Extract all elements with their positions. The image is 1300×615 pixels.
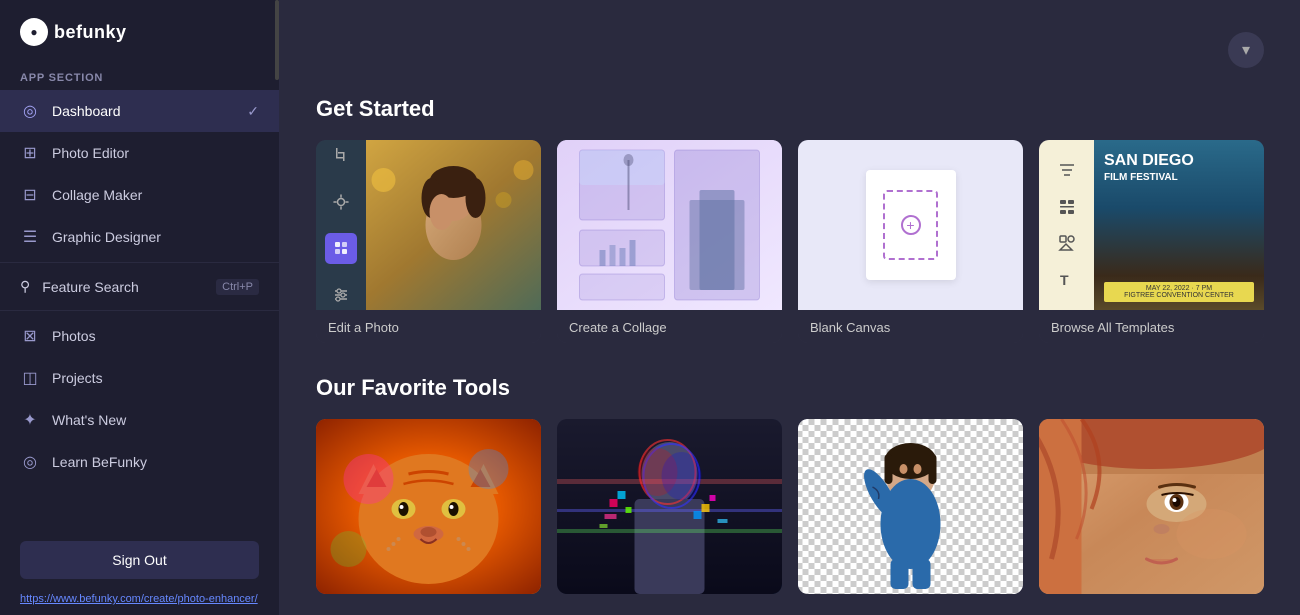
dashed-rect: + xyxy=(883,190,938,260)
main-content: ▾ Get Started xyxy=(280,0,1300,615)
text-icon: T xyxy=(1053,266,1081,294)
tool-card-skin-smoothing[interactable] xyxy=(1039,419,1264,594)
tool-card-bg-remover[interactable] xyxy=(798,419,1023,594)
top-bar: ▾ xyxy=(316,32,1264,68)
collage-image xyxy=(557,140,782,310)
favorite-tools-section: Our Favorite Tools xyxy=(316,375,1264,594)
sidebar-item-feature-search[interactable]: ⚲ Feature Search Ctrl+P xyxy=(0,267,279,306)
get-started-section: Get Started xyxy=(316,96,1264,343)
card-edit-photo[interactable]: Edit a Photo xyxy=(316,140,541,343)
learn-icon: ◎ xyxy=(20,452,40,472)
bg-remove-image xyxy=(798,419,1023,594)
get-started-cards: Edit a Photo xyxy=(316,140,1264,343)
blank-canvas-inner: + xyxy=(866,170,956,280)
photos-icon: ⊠ xyxy=(20,326,40,346)
favorite-tools-title: Our Favorite Tools xyxy=(316,375,1264,401)
sign-out-button[interactable]: Sign Out xyxy=(20,541,259,579)
brightness-tool-icon[interactable] xyxy=(325,187,357,218)
sidebar-nav: App Section ◎ Dashboard ✓ ⊞ Photo Editor… xyxy=(0,64,279,525)
sidebar-item-label: Dashboard xyxy=(52,103,121,119)
sidebar-item-label: Projects xyxy=(52,370,103,386)
card-label: Blank Canvas xyxy=(798,310,1023,343)
sidebar-item-label: Photos xyxy=(52,328,96,344)
poster-preview: SAN DIEGO FILM FESTIVAL MAY 22, 2022 · 7… xyxy=(1094,140,1264,310)
sidebar-item-projects[interactable]: ◫ Projects xyxy=(0,357,279,399)
poster-subtitle: FILM FESTIVAL xyxy=(1104,172,1254,183)
poster-date: MAY 22, 2022 · 7 PMFIGTREE CONVENTION CE… xyxy=(1104,282,1254,302)
sidebar-item-label: What's New xyxy=(52,412,126,428)
shortcut-badge: Ctrl+P xyxy=(216,279,259,295)
top-bar-menu-icon[interactable]: ▾ xyxy=(1228,32,1264,68)
sidebar-item-photos[interactable]: ⊠ Photos xyxy=(0,315,279,357)
layout-icon xyxy=(1053,193,1081,221)
sidebar-item-label: Feature Search xyxy=(42,279,139,295)
projects-icon: ◫ xyxy=(20,368,40,388)
blank-canvas-image: + xyxy=(798,140,1023,310)
sidebar-item-label: Learn BeFunky xyxy=(52,454,147,470)
sidebar-item-label: Collage Maker xyxy=(52,187,142,203)
templates-image: T SAN DIEGO FILM FESTIVAL MAY 22, 2022 ·… xyxy=(1039,140,1264,310)
add-icon: + xyxy=(901,215,921,235)
sidebar-item-whats-new[interactable]: ✦ What's New xyxy=(0,399,279,441)
card-label: Create a Collage xyxy=(557,310,782,343)
card-label: Browse All Templates xyxy=(1039,310,1264,343)
logo-icon: ● xyxy=(20,18,48,46)
sidebar-url[interactable]: https://www.befunky.com/create/photo-enh… xyxy=(0,587,279,615)
get-started-title: Get Started xyxy=(316,96,1264,122)
tool-card-glitch[interactable] xyxy=(557,419,782,594)
card-browse-templates[interactable]: T SAN DIEGO FILM FESTIVAL MAY 22, 2022 ·… xyxy=(1039,140,1264,343)
main-content-scroll[interactable]: ▾ Get Started xyxy=(280,0,1300,615)
section-label: App Section xyxy=(0,64,279,90)
check-icon: ✓ xyxy=(247,103,259,120)
poster-icons: T xyxy=(1039,140,1094,310)
search-icon: ⚲ xyxy=(20,278,30,295)
crop-tool-icon[interactable] xyxy=(325,140,357,171)
poster-title: SAN DIEGO xyxy=(1104,152,1254,170)
divider-2 xyxy=(0,310,279,311)
photo-edit-image xyxy=(316,140,541,310)
sidebar-item-label: Graphic Designer xyxy=(52,229,161,245)
card-label: Edit a Photo xyxy=(316,310,541,343)
svg-text:T: T xyxy=(1060,272,1069,288)
photo-edit-bg xyxy=(366,140,541,310)
collage-maker-icon: ⊟ xyxy=(20,185,40,205)
graphic-designer-icon: ☰ xyxy=(20,227,40,247)
sidebar-item-photo-editor[interactable]: ⊞ Photo Editor xyxy=(0,132,279,174)
adjustments-tool-icon[interactable] xyxy=(325,280,357,311)
filter-icon xyxy=(1053,156,1081,184)
photo-editor-icon: ⊞ xyxy=(20,143,40,163)
sidebar-item-dashboard[interactable]: ◎ Dashboard ✓ xyxy=(0,90,279,132)
tools-row xyxy=(316,419,1264,594)
logo[interactable]: ● befunky xyxy=(0,0,279,64)
photo-tools-panel xyxy=(316,140,366,310)
card-blank-canvas[interactable]: + Blank Canvas xyxy=(798,140,1023,343)
sidebar-bottom: Sign Out xyxy=(0,525,279,587)
woman-photo xyxy=(366,140,541,310)
tool-card-art-effects[interactable] xyxy=(316,419,541,594)
sidebar: ● befunky App Section ◎ Dashboard ✓ ⊞ Ph… xyxy=(0,0,280,615)
logo-text: befunky xyxy=(54,22,127,43)
skin-image xyxy=(1039,419,1264,594)
tiger-image xyxy=(316,419,541,594)
scrollbar[interactable] xyxy=(275,0,279,80)
sidebar-item-graphic-designer[interactable]: ☰ Graphic Designer xyxy=(0,216,279,258)
sidebar-item-label: Photo Editor xyxy=(52,145,129,161)
card-create-collage[interactable]: Create a Collage xyxy=(557,140,782,343)
effects-tool-icon[interactable] xyxy=(325,233,357,264)
sidebar-item-learn[interactable]: ◎ Learn BeFunky xyxy=(0,441,279,483)
glitch-image xyxy=(557,419,782,594)
sidebar-item-collage-maker[interactable]: ⊟ Collage Maker xyxy=(0,174,279,216)
divider-1 xyxy=(0,262,279,263)
dashboard-icon: ◎ xyxy=(20,101,40,121)
shapes-icon xyxy=(1053,229,1081,257)
whats-new-icon: ✦ xyxy=(20,410,40,430)
